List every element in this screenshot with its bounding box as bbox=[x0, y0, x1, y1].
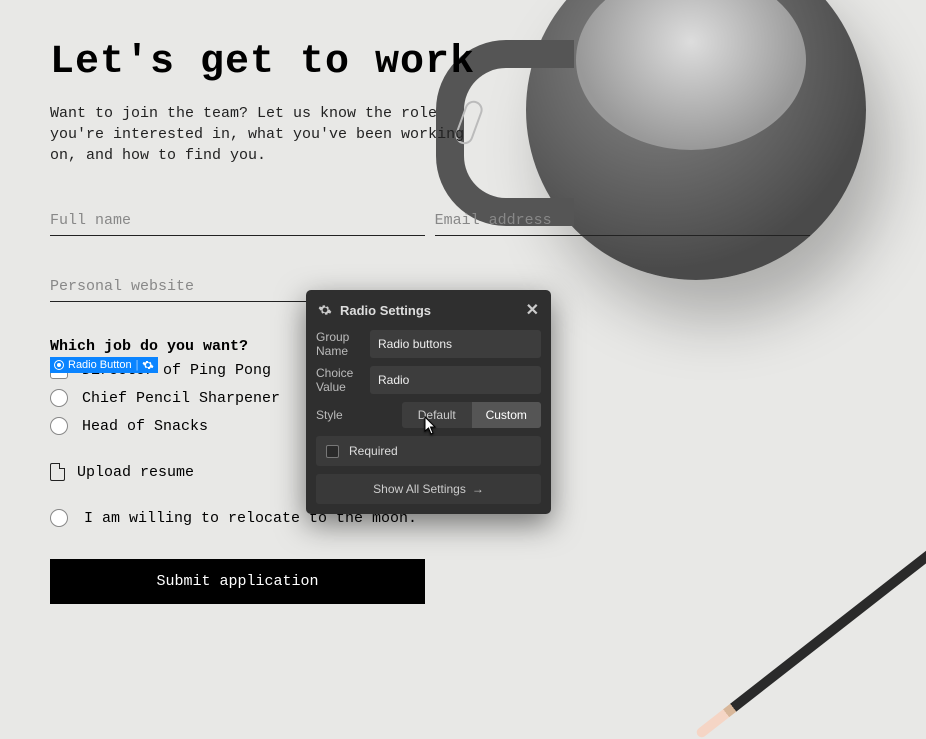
style-custom-option[interactable]: Custom bbox=[472, 402, 542, 428]
show-all-settings-button[interactable]: Show All Settings → bbox=[316, 474, 541, 504]
radio-icon bbox=[50, 389, 68, 407]
separator: | bbox=[136, 359, 139, 371]
job-option-label: Head of Snacks bbox=[82, 418, 208, 435]
group-name-label: Group Name bbox=[316, 330, 362, 358]
upload-label: Upload resume bbox=[77, 464, 194, 481]
gear-icon bbox=[318, 303, 332, 317]
style-segmented-control: Default Custom bbox=[402, 402, 541, 428]
page-title: Let's get to work bbox=[50, 40, 876, 85]
page-subtitle: Want to join the team? Let us know the r… bbox=[50, 103, 480, 166]
show-all-label: Show All Settings bbox=[373, 482, 466, 496]
required-checkbox[interactable] bbox=[326, 445, 339, 458]
required-label: Required bbox=[349, 444, 398, 458]
panel-title: Radio Settings bbox=[340, 303, 431, 318]
submit-button[interactable]: Submit application bbox=[50, 559, 425, 604]
radio-settings-panel[interactable]: Radio Settings ✕ Group Name Choice Value… bbox=[306, 290, 551, 514]
file-icon bbox=[50, 463, 65, 481]
gear-icon[interactable] bbox=[142, 359, 154, 371]
choice-value-label: Choice Value bbox=[316, 366, 362, 394]
element-selection-tag[interactable]: Radio Button | bbox=[50, 357, 158, 373]
radio-icon bbox=[50, 417, 68, 435]
checkbox-icon bbox=[50, 509, 68, 527]
full-name-input[interactable] bbox=[50, 206, 425, 236]
job-option-label: Chief Pencil Sharpener bbox=[82, 390, 280, 407]
email-input[interactable] bbox=[435, 206, 810, 236]
mouse-cursor bbox=[424, 416, 438, 436]
panel-header[interactable]: Radio Settings ✕ bbox=[306, 290, 551, 330]
style-label: Style bbox=[316, 408, 394, 422]
arrow-right-icon: → bbox=[472, 482, 484, 496]
choice-value-input[interactable] bbox=[370, 366, 541, 394]
close-icon[interactable]: ✕ bbox=[526, 300, 539, 320]
required-row[interactable]: Required bbox=[316, 436, 541, 466]
group-name-input[interactable] bbox=[370, 330, 541, 358]
selection-tag-label: Radio Button bbox=[68, 359, 132, 371]
radio-button-icon bbox=[54, 360, 64, 370]
